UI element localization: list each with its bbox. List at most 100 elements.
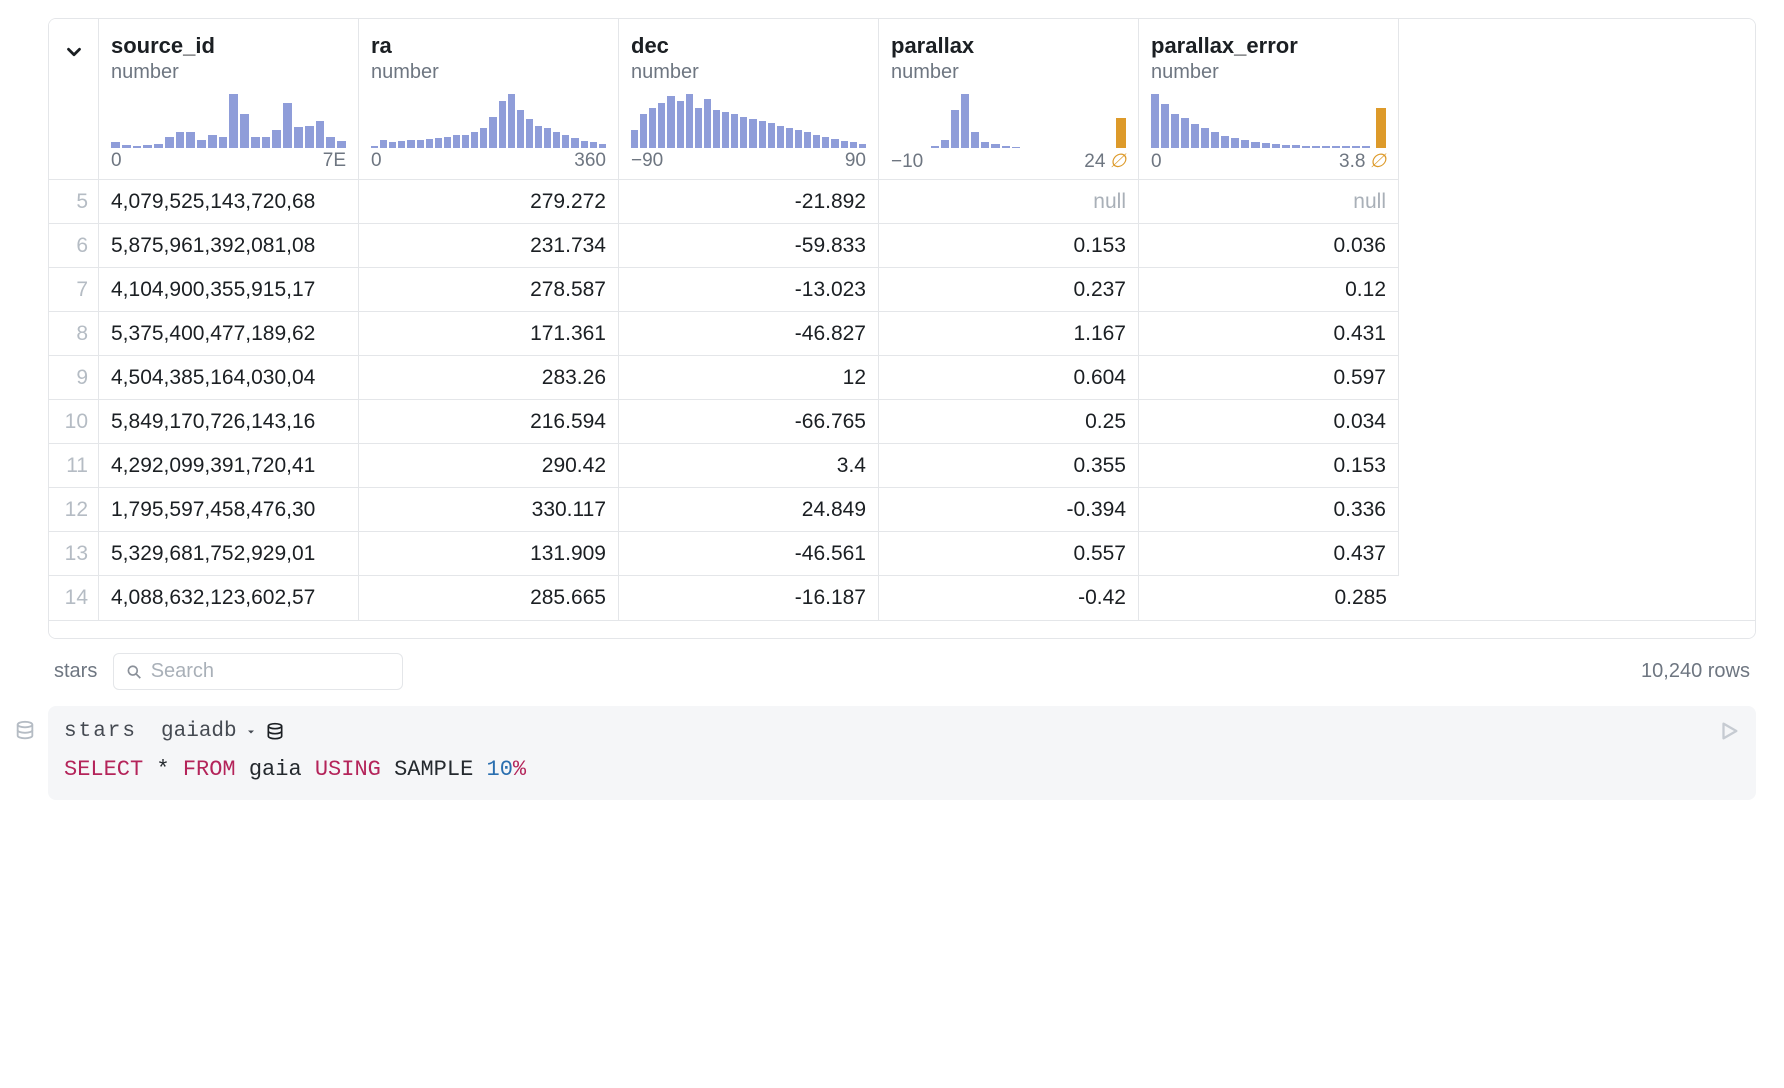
- column-header[interactable]: ranumber 0360: [359, 19, 619, 180]
- table-cell[interactable]: 0.431: [1139, 312, 1399, 356]
- table-cell[interactable]: 279.272: [359, 180, 619, 224]
- table-cell[interactable]: -66.765: [619, 400, 879, 444]
- chevron-down-icon: [63, 41, 85, 63]
- table-cell[interactable]: 1.167: [879, 312, 1139, 356]
- column-histogram: [631, 94, 866, 148]
- table-cell[interactable]: 12: [619, 356, 879, 400]
- column-header[interactable]: source_idnumber07E: [99, 19, 359, 180]
- table-cell[interactable]: null: [1139, 180, 1399, 224]
- table-cell[interactable]: 4,292,099,391,720,41: [99, 444, 359, 488]
- table-cell[interactable]: 0.153: [1139, 444, 1399, 488]
- table-cell[interactable]: 4,088,632,123,602,57: [99, 576, 359, 620]
- column-axis: −9090: [631, 150, 866, 172]
- column-axis: 03.8∅: [1151, 150, 1386, 173]
- row-count: 10,240 rows: [1641, 660, 1750, 683]
- table-cell[interactable]: 5,329,681,752,929,01: [99, 532, 359, 576]
- table-cell[interactable]: 0.336: [1139, 488, 1399, 532]
- table-cell[interactable]: 285.665: [359, 576, 619, 620]
- sql-cell[interactable]: stars gaiadb SELECT * FROM gaia USING SA…: [48, 706, 1756, 800]
- column-histogram: [891, 94, 1126, 148]
- row-index[interactable]: 8: [49, 312, 99, 356]
- table-cell[interactable]: null: [879, 180, 1139, 224]
- table-name-label: stars: [54, 660, 97, 683]
- row-index[interactable]: 9: [49, 356, 99, 400]
- table-cell[interactable]: 0.604: [879, 356, 1139, 400]
- table-cell[interactable]: 0.285: [1139, 576, 1399, 620]
- column-header[interactable]: decnumber −9090: [619, 19, 879, 180]
- column-axis: 0360: [371, 150, 606, 172]
- table-cell[interactable]: 5,849,170,726,143,16: [99, 400, 359, 444]
- db-selector[interactable]: gaiadb: [161, 720, 285, 743]
- row-index[interactable]: 5: [49, 180, 99, 224]
- column-name: dec: [631, 33, 866, 59]
- table-cell[interactable]: 0.557: [879, 532, 1139, 576]
- column-type: number: [1151, 61, 1386, 84]
- table-cell[interactable]: 0.12: [1139, 268, 1399, 312]
- table-cell[interactable]: 5,375,400,477,189,62: [99, 312, 359, 356]
- row-index[interactable]: 12: [49, 488, 99, 532]
- table-cell[interactable]: 1,795,597,458,476,30: [99, 488, 359, 532]
- table-cell[interactable]: -16.187: [619, 576, 879, 620]
- row-index[interactable]: 10: [49, 400, 99, 444]
- search-input[interactable]: [151, 660, 391, 683]
- expand-toggle[interactable]: [49, 19, 99, 180]
- column-name: parallax: [891, 33, 1126, 59]
- table-cell[interactable]: 0.034: [1139, 400, 1399, 444]
- play-icon: [1718, 720, 1740, 742]
- table-cell[interactable]: 0.597: [1139, 356, 1399, 400]
- table-cell[interactable]: 5,875,961,392,081,08: [99, 224, 359, 268]
- column-name: ra: [371, 33, 606, 59]
- run-button[interactable]: [1718, 720, 1740, 742]
- data-table: source_idnumber07Eranumber0360decnumber−…: [48, 18, 1756, 639]
- table-cell[interactable]: 216.594: [359, 400, 619, 444]
- column-type: number: [631, 61, 866, 84]
- table-cell[interactable]: 0.036: [1139, 224, 1399, 268]
- table-cell[interactable]: 0.25: [879, 400, 1139, 444]
- row-index[interactable]: 7: [49, 268, 99, 312]
- table-cell[interactable]: 0.437: [1139, 532, 1399, 576]
- table-cell[interactable]: 24.849: [619, 488, 879, 532]
- table-cell[interactable]: -46.827: [619, 312, 879, 356]
- table-cell[interactable]: -13.023: [619, 268, 879, 312]
- column-type: number: [371, 61, 606, 84]
- table-cell[interactable]: 0.153: [879, 224, 1139, 268]
- search-icon: [126, 663, 142, 681]
- table-cell[interactable]: 171.361: [359, 312, 619, 356]
- table-cell[interactable]: 4,079,525,143,720,68: [99, 180, 359, 224]
- table-footer: stars 10,240 rows: [48, 653, 1756, 690]
- table-cell[interactable]: 290.42: [359, 444, 619, 488]
- column-name: source_id: [111, 33, 346, 59]
- table-cell[interactable]: 4,104,900,355,915,17: [99, 268, 359, 312]
- column-header[interactable]: parallaxnumber−1024∅: [879, 19, 1139, 180]
- row-index[interactable]: 13: [49, 532, 99, 576]
- column-name: parallax_error: [1151, 33, 1386, 59]
- table-cell[interactable]: 0.355: [879, 444, 1139, 488]
- database-icon: [265, 722, 285, 742]
- search-box[interactable]: [113, 653, 403, 690]
- table-cell[interactable]: 4,504,385,164,030,04: [99, 356, 359, 400]
- table-cell[interactable]: 330.117: [359, 488, 619, 532]
- table-cell[interactable]: 131.909: [359, 532, 619, 576]
- row-index[interactable]: 11: [49, 444, 99, 488]
- table-cell[interactable]: -46.561: [619, 532, 879, 576]
- sql-code[interactable]: SELECT * FROM gaia USING SAMPLE 10%: [64, 757, 1740, 782]
- table-cell[interactable]: -0.42: [879, 576, 1139, 620]
- row-index[interactable]: 14: [49, 576, 99, 620]
- null-indicator-icon: ∅: [1109, 150, 1126, 173]
- database-icon: [14, 720, 36, 742]
- column-histogram: [1151, 94, 1386, 148]
- table-cell[interactable]: -0.394: [879, 488, 1139, 532]
- table-cell[interactable]: 278.587: [359, 268, 619, 312]
- table-cell[interactable]: 283.26: [359, 356, 619, 400]
- table-cell[interactable]: 0.237: [879, 268, 1139, 312]
- column-header[interactable]: parallax_errornumber 03.8∅: [1139, 19, 1399, 180]
- column-axis: 07E: [111, 150, 346, 172]
- table-cell[interactable]: -21.892: [619, 180, 879, 224]
- column-type: number: [891, 61, 1126, 84]
- null-indicator-icon: ∅: [1369, 150, 1386, 173]
- column-histogram: [371, 94, 606, 148]
- table-cell[interactable]: 231.734: [359, 224, 619, 268]
- row-index[interactable]: 6: [49, 224, 99, 268]
- table-cell[interactable]: 3.4: [619, 444, 879, 488]
- table-cell[interactable]: -59.833: [619, 224, 879, 268]
